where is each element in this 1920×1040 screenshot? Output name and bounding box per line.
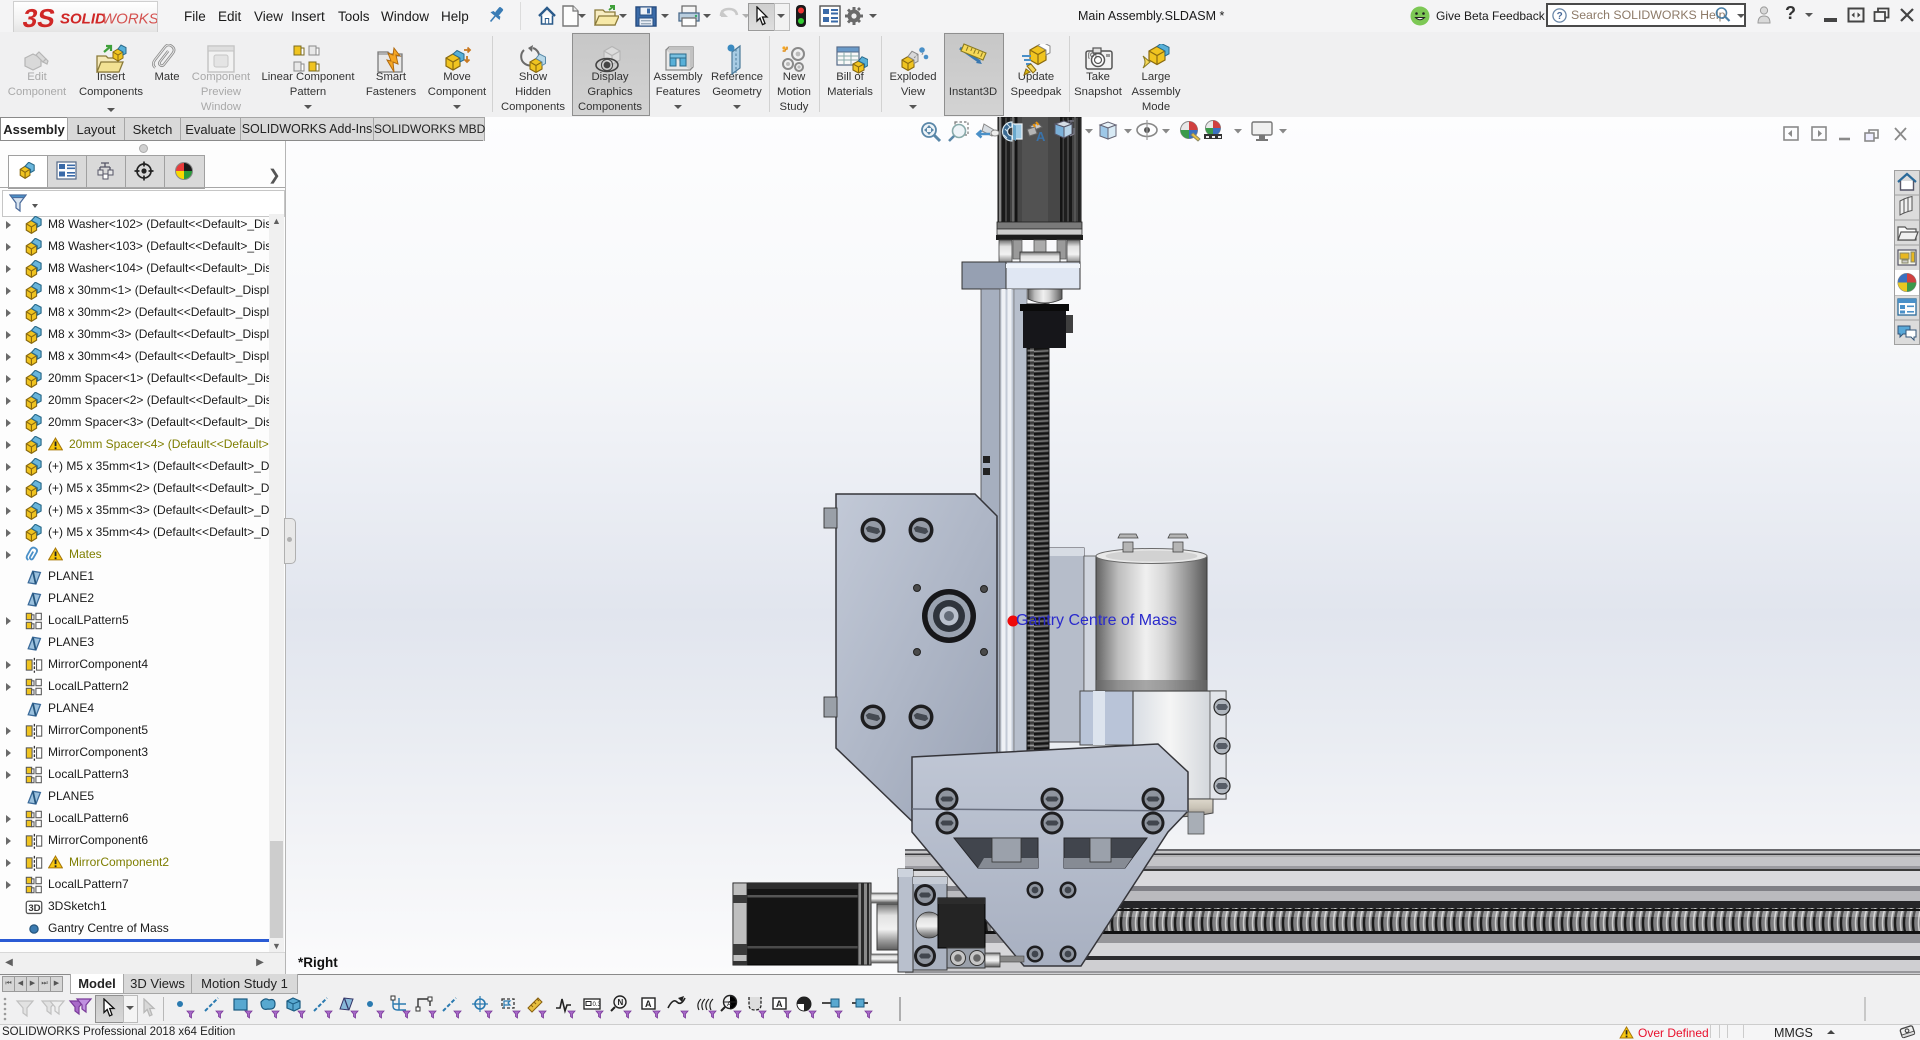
svg-text:A: A [727, 1001, 732, 1008]
svg-text:A: A [1036, 129, 1046, 144]
svg-text:[O]: [O] [1088, 53, 1097, 59]
svg-text:N: N [618, 998, 624, 1007]
svg-text:SOLID: SOLID [60, 11, 106, 28]
svg-text:A: A [776, 999, 783, 1009]
svg-text:?: ? [1557, 11, 1563, 22]
svg-text:WORKS: WORKS [102, 11, 157, 28]
svg-text:A: A [645, 999, 652, 1009]
svg-text:3S: 3S [21, 3, 58, 32]
svg-text:0.3: 0.3 [593, 1002, 602, 1008]
